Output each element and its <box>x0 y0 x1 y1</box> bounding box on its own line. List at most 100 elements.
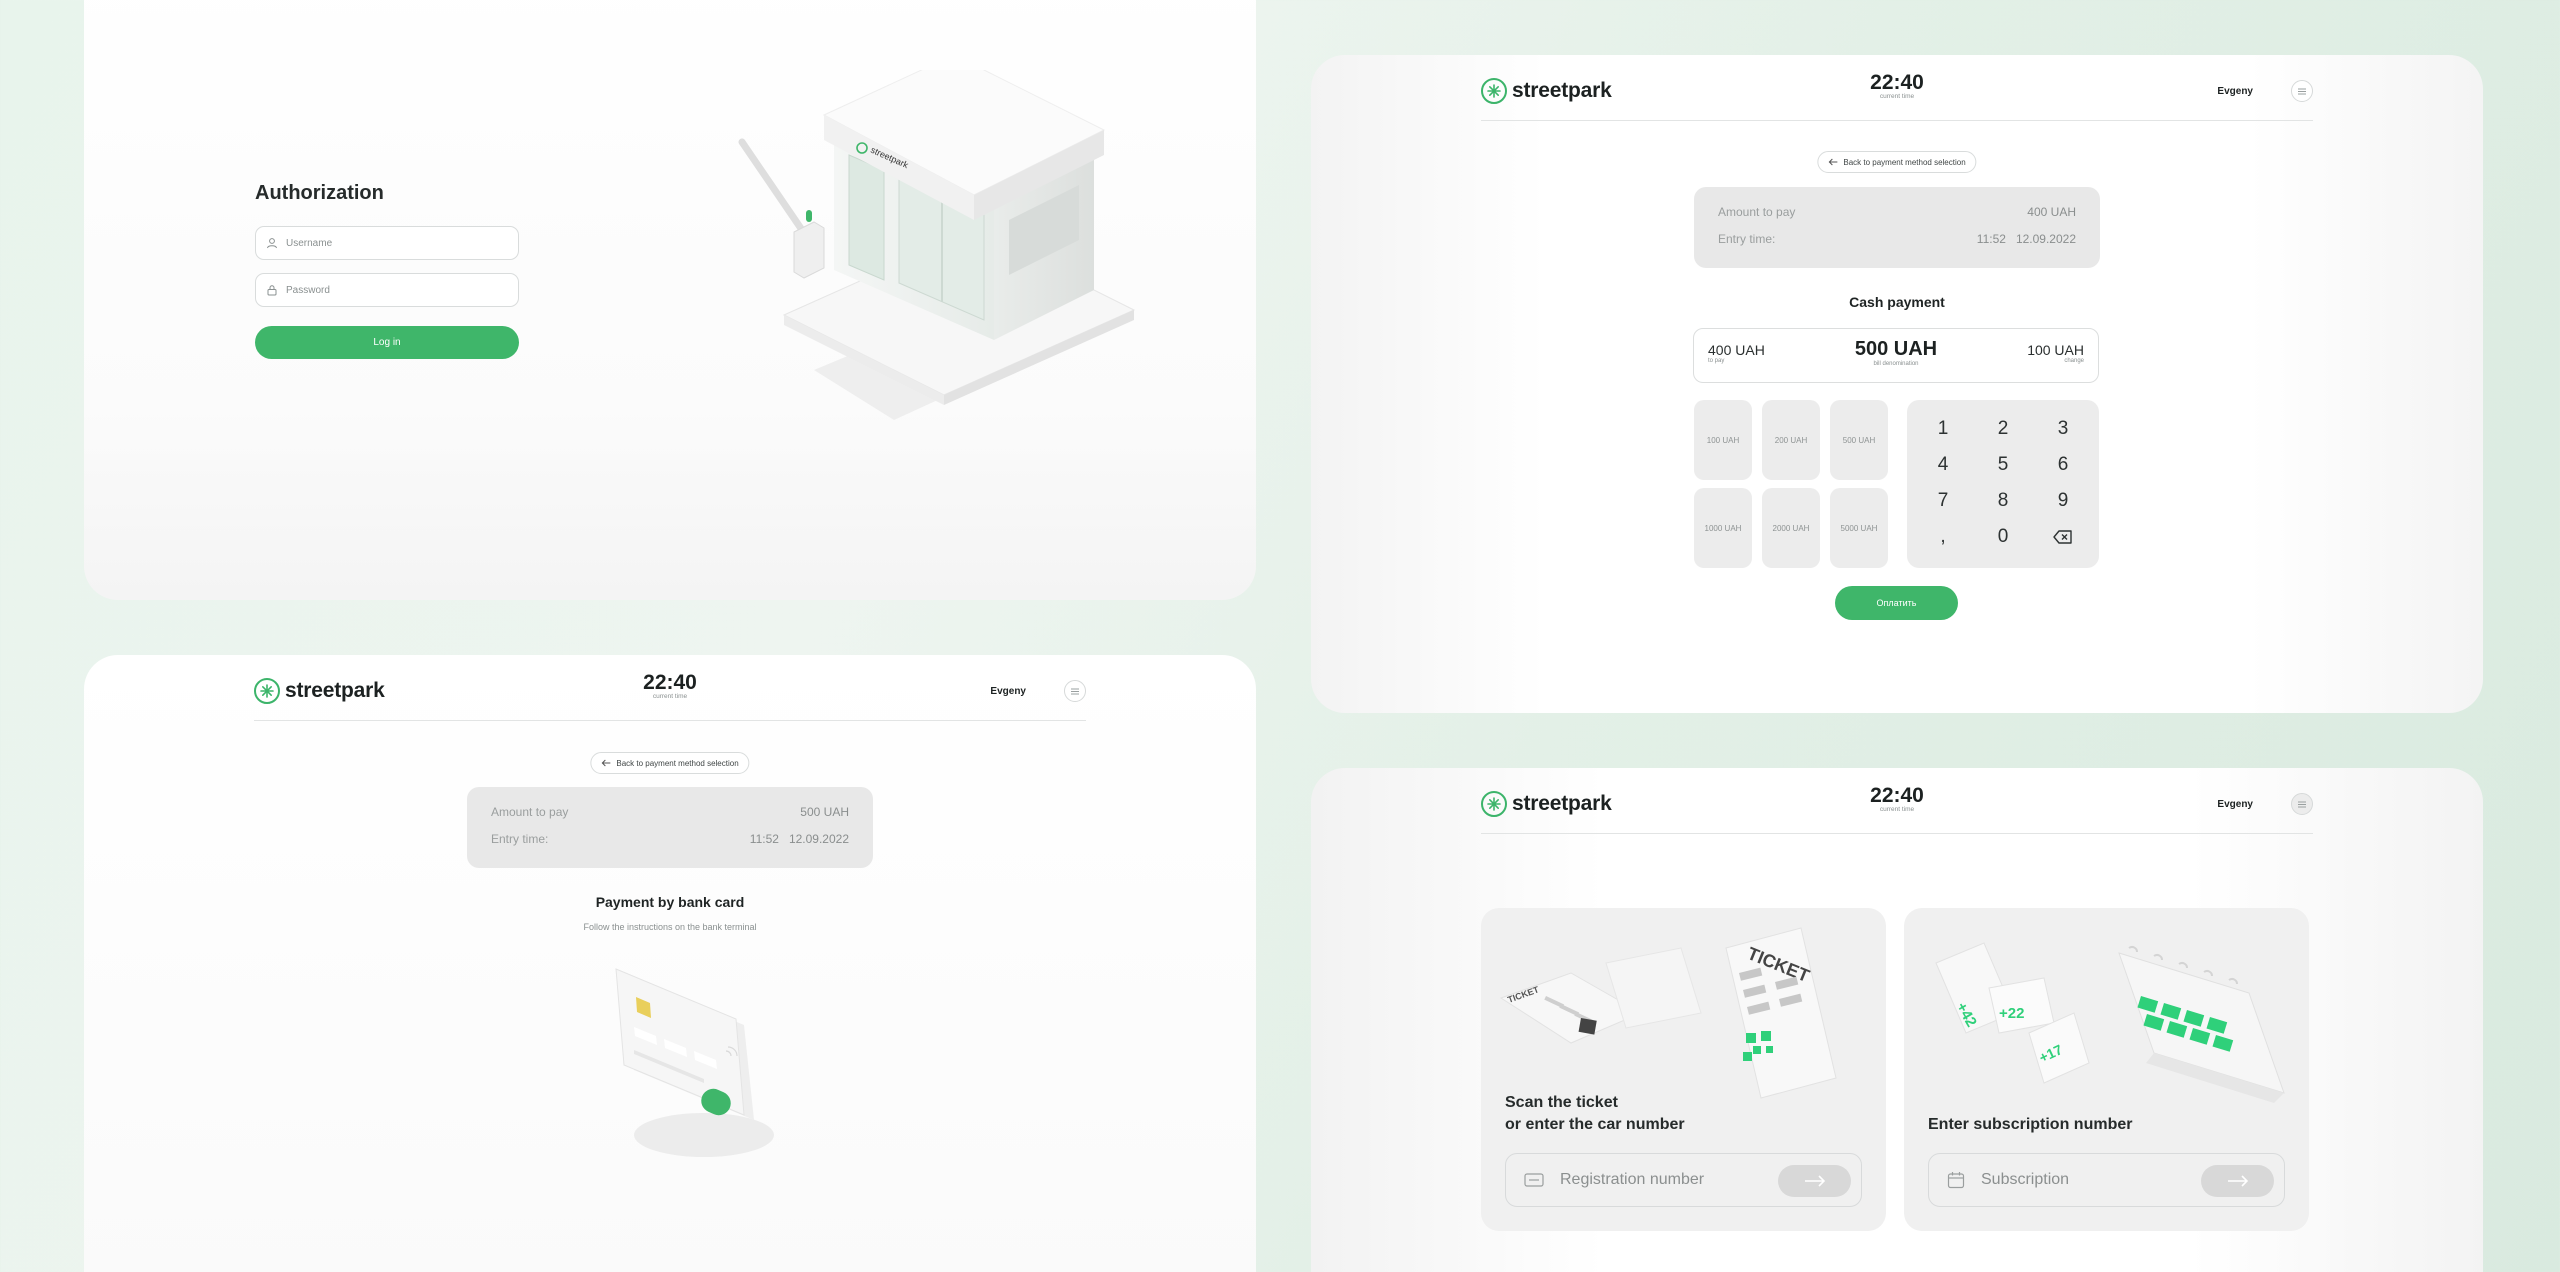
current-time: 22:40 current time <box>1870 784 1924 813</box>
login-button[interactable]: Log in <box>255 326 519 359</box>
scan-ticket-card[interactable]: TICKET TICKET Scan the ticket or enter t… <box>1481 908 1886 1231</box>
entry-value: 11:52 12.09.2022 <box>1976 232 2076 246</box>
keypad-key[interactable]: 7 <box>1923 489 1963 513</box>
logo-text: streetpark <box>1512 792 1612 815</box>
password-field[interactable] <box>255 273 519 307</box>
subscription-illustration: +42 +22 +17 <box>1935 942 2285 1103</box>
subscription-field[interactable] <box>1928 1153 2285 1207</box>
scan-title-line1: Scan the ticket <box>1505 1094 1618 1111</box>
keypad-key[interactable]: 3 <box>2043 417 2083 441</box>
keypad-key[interactable]: 5 <box>1983 453 2023 477</box>
calendar-icon <box>1947 1172 1965 1189</box>
arrow-right-icon <box>2227 1175 2248 1187</box>
logo-icon <box>1481 791 1507 817</box>
username-field[interactable] <box>255 226 519 260</box>
current-time: 22:40 current time <box>643 671 697 700</box>
pay-button[interactable]: Оплатить <box>1835 586 1958 620</box>
app-header: streetpark 22:40 current time Evgeny <box>1481 768 2313 834</box>
numeric-keypad: 1 2 3 4 5 6 7 8 9 , 0 <box>1907 400 2099 568</box>
clock-time: 22:40 <box>1870 784 1924 807</box>
menu-button[interactable] <box>2291 80 2313 102</box>
bill-label: bill denomination <box>1873 361 1919 367</box>
user-name[interactable]: Evgeny <box>2217 86 2253 97</box>
username-input[interactable] <box>286 237 486 249</box>
change-amount: 100 UAH <box>2027 342 2084 358</box>
ticket-illustration: TICKET TICKET <box>1499 927 1837 1099</box>
subscription-input[interactable] <box>1981 1171 2191 1189</box>
amount-label: Amount to pay <box>491 805 569 819</box>
bill-button[interactable]: 1000 UAH <box>1694 488 1752 568</box>
password-input[interactable] <box>286 284 486 296</box>
entry-label: Entry time: <box>491 832 549 846</box>
back-label: Back to payment method selection <box>616 758 739 768</box>
change-block: 100 UAH change <box>2027 342 2084 364</box>
car-plate-icon <box>1524 1173 1544 1187</box>
keypad-key[interactable]: 6 <box>2043 453 2083 477</box>
user-icon <box>267 238 277 249</box>
bill-button[interactable]: 200 UAH <box>1762 400 1820 480</box>
logo-icon <box>254 678 280 704</box>
logo[interactable]: streetpark <box>1481 78 1612 104</box>
app-header: streetpark 22:40 current time Evgeny <box>254 655 1086 721</box>
parking-booth-illustration: streetpark <box>738 70 1136 420</box>
subscription-title: Enter subscription number <box>1928 1116 2133 1133</box>
registration-submit-button[interactable] <box>1778 1165 1851 1197</box>
back-to-payment-method-button[interactable]: Back to payment method selection <box>590 752 750 774</box>
bill-button[interactable]: 500 UAH <box>1830 400 1888 480</box>
user-name[interactable]: Evgeny <box>990 686 1026 697</box>
menu-icon <box>2298 801 2306 807</box>
bill-button[interactable]: 5000 UAH <box>1830 488 1888 568</box>
keypad-key[interactable]: 2 <box>1983 417 2023 441</box>
menu-icon <box>1071 688 1079 694</box>
arrow-left-icon <box>1828 158 1838 166</box>
registration-number-field[interactable] <box>1505 1153 1862 1207</box>
registration-number-input[interactable] <box>1560 1171 1770 1189</box>
to-pay-label: to pay <box>1708 358 1725 364</box>
keypad-key[interactable]: 9 <box>2043 489 2083 513</box>
app-header: streetpark 22:40 current time Evgeny <box>1481 55 2313 121</box>
bank-card-title: Payment by bank card <box>595 894 745 910</box>
keypad-key[interactable]: , <box>1923 525 1963 549</box>
bill-button[interactable]: 100 UAH <box>1694 400 1752 480</box>
bank-card-panel: streetpark 22:40 current time Evgeny Bac… <box>84 655 1256 1272</box>
menu-button[interactable] <box>1064 680 1086 702</box>
entry-label: Entry time: <box>1718 232 1776 246</box>
change-label: change <box>2064 358 2084 364</box>
lock-icon <box>267 285 277 296</box>
logo[interactable]: streetpark <box>254 678 385 704</box>
back-to-payment-method-button[interactable]: Back to payment method selection <box>1817 151 1977 173</box>
menu-icon <box>2298 88 2306 94</box>
back-label: Back to payment method selection <box>1843 157 1966 167</box>
subscription-submit-button[interactable] <box>2201 1165 2274 1197</box>
bank-card-subtitle: Follow the instructions on the bank term… <box>583 922 757 932</box>
subscription-card[interactable]: +42 +22 +17 Enter subscription number <box>1904 908 2309 1231</box>
entry-row: Entry time: 11:52 12.09.2022 <box>1718 232 2076 259</box>
authorization-title: Authorization <box>255 182 384 204</box>
cash-payment-title: Cash payment <box>1849 294 1945 310</box>
bill-amount: 500 UAH <box>1854 338 1938 360</box>
to-pay-amount: 400 UAH <box>1708 342 1765 358</box>
menu-button[interactable] <box>2291 793 2313 815</box>
backspace-icon <box>2053 530 2072 544</box>
payment-summary: Amount to pay 500 UAH Entry time: 11:52 … <box>467 787 873 868</box>
keypad-key[interactable]: 1 <box>1923 417 1963 441</box>
scan-ticket-title: Scan the ticket or enter the car number <box>1505 1092 1685 1136</box>
amount-label: Amount to pay <box>1718 205 1796 219</box>
amount-row: Amount to pay 400 UAH <box>1718 205 2076 232</box>
to-pay-block: 400 UAH to pay <box>1708 342 1765 364</box>
amount-value: 500 UAH <box>800 805 849 819</box>
keypad-key[interactable]: 8 <box>1983 489 2023 513</box>
user-name[interactable]: Evgeny <box>2217 799 2253 810</box>
clock-time: 22:40 <box>643 671 697 694</box>
bill-button[interactable]: 2000 UAH <box>1762 488 1820 568</box>
payment-summary: Amount to pay 400 UAH Entry time: 11:52 … <box>1694 187 2100 268</box>
keypad-key[interactable]: 4 <box>1923 453 1963 477</box>
logo-text: streetpark <box>285 679 385 702</box>
keypad-key[interactable]: 0 <box>1983 525 2023 549</box>
logo-icon <box>1481 78 1507 104</box>
denomination-bar: 400 UAH to pay 500 UAH bill denomination… <box>1693 328 2099 383</box>
arrow-right-icon <box>1804 1175 1825 1187</box>
backspace-key[interactable] <box>2043 525 2083 549</box>
logo[interactable]: streetpark <box>1481 791 1612 817</box>
logo-text: streetpark <box>1512 79 1612 102</box>
